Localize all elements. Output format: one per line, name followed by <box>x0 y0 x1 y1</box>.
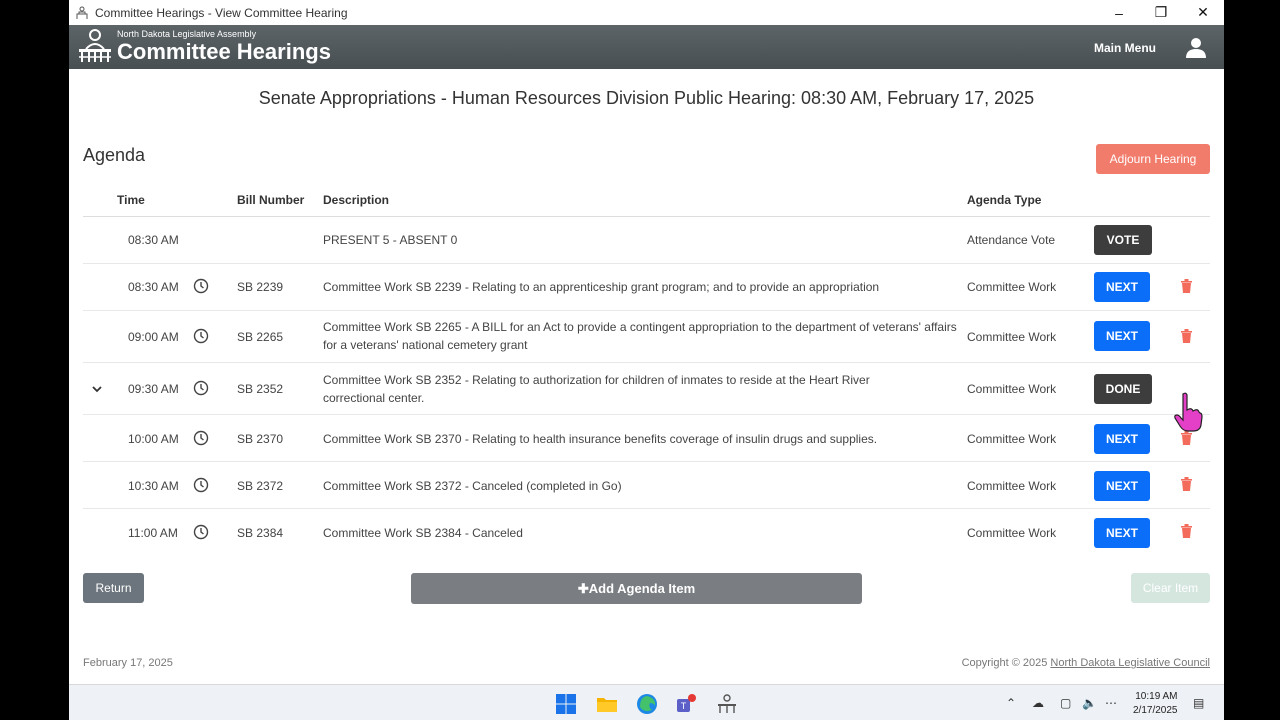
main-menu-link[interactable]: Main Menu <box>1094 41 1156 55</box>
clock-icon[interactable] <box>193 477 209 493</box>
trash-icon[interactable] <box>1180 329 1193 343</box>
app-header: North Dakota Legislative Assembly Commit… <box>69 25 1224 69</box>
display-icon[interactable]: ▢ <box>1060 696 1071 710</box>
file-explorer-icon[interactable] <box>596 693 618 715</box>
clock-icon[interactable] <box>193 524 209 540</box>
taskbar-date: 2/17/2025 <box>1133 705 1178 716</box>
edge-browser-icon[interactable] <box>636 693 658 715</box>
committee-hearings-app-icon[interactable] <box>716 693 738 715</box>
row-bill-number: SB 2265 <box>237 330 284 344</box>
taskbar-clock[interactable]: 10:19 AM 2/17/2025 <box>1133 690 1178 718</box>
row-bill-number: SB 2352 <box>237 382 284 396</box>
row-time: 11:00 AM <box>128 526 178 540</box>
table-row: 08:30 AM SB 2239 Committee Work SB 2239 … <box>83 263 1210 310</box>
col-header-description: Description <box>323 193 390 207</box>
row-description: PRESENT 5 - ABSENT 0 <box>323 233 458 247</box>
agenda-heading: Agenda <box>83 145 146 165</box>
chevron-up-icon[interactable]: ⌃ <box>1006 696 1016 710</box>
table-row: 09:00 AM SB 2265 Committee Work SB 2265 … <box>83 310 1210 362</box>
restore-button[interactable]: ❐ <box>1140 0 1182 25</box>
col-header-time: Time <box>117 193 145 207</box>
row-description: Committee Work SB 2372 - Canceled (compl… <box>323 479 622 493</box>
app-window: Committee Hearings - View Committee Hear… <box>69 0 1224 720</box>
row-agenda-type: Committee Work <box>967 382 1057 396</box>
next-button[interactable]: NEXT <box>1094 424 1150 454</box>
trash-icon[interactable] <box>1180 279 1193 293</box>
cloud-icon[interactable]: ☁ <box>1032 696 1044 710</box>
hearing-title: Senate Appropriations - Human Resources … <box>258 88 1035 108</box>
clear-item-button[interactable]: Clear Item <box>1131 573 1210 603</box>
vote-button[interactable]: VOTE <box>1094 225 1152 255</box>
notification-icon[interactable]: ▤ <box>1193 696 1204 710</box>
speaker-mute-icon[interactable]: 🔈 <box>1082 696 1097 710</box>
copyright-text: Copyright © 2025 <box>961 657 1048 669</box>
table-row: 10:00 AM SB 2370 Committee Work SB 2370 … <box>83 414 1210 461</box>
plus-icon: ✚ <box>577 580 589 596</box>
legislature-logo-icon <box>79 29 111 62</box>
row-agenda-type: Committee Work <box>967 479 1057 493</box>
trash-icon[interactable] <box>1180 524 1193 538</box>
next-button[interactable]: NEXT <box>1094 272 1150 302</box>
next-button[interactable]: NEXT <box>1094 471 1150 501</box>
hand-pointer-icon <box>1174 392 1203 432</box>
window-title: Committee Hearings - View Committee Hear… <box>95 5 348 20</box>
minimize-button[interactable]: – <box>1098 0 1140 25</box>
user-icon[interactable] <box>1185 36 1207 58</box>
footer-copyright: Copyright © 2025 North Dakota Legislativ… <box>962 657 1210 669</box>
row-description: Committee Work SB 2352 - Relating to aut… <box>323 373 870 405</box>
row-description: Committee Work SB 2265 - A BILL for an A… <box>323 320 957 352</box>
taskbar-time: 10:19 AM <box>1135 691 1178 702</box>
row-description: Committee Work SB 2239 - Relating to an … <box>323 280 880 294</box>
next-button[interactable]: NEXT <box>1094 518 1150 548</box>
row-agenda-type: Committee Work <box>967 280 1057 294</box>
row-agenda-type: Attendance Vote <box>967 233 1056 247</box>
done-button[interactable]: DONE <box>1094 374 1152 404</box>
row-agenda-type: Committee Work <box>967 432 1057 446</box>
windows-start-icon[interactable] <box>555 693 577 715</box>
clock-icon[interactable] <box>193 328 209 344</box>
row-time: 09:30 AM <box>128 382 179 396</box>
footer-date: February 17, 2025 <box>83 657 173 669</box>
app-icon <box>76 6 88 19</box>
row-bill-number: SB 2239 <box>237 280 284 294</box>
row-time: 09:00 AM <box>128 330 179 344</box>
header-subtitle: North Dakota Legislative Assembly <box>117 29 257 39</box>
next-button[interactable]: NEXT <box>1094 321 1150 351</box>
add-agenda-item-button[interactable]: ✚Add Agenda Item <box>411 573 862 604</box>
row-bill-number: SB 2384 <box>237 526 284 540</box>
network-icon[interactable]: ⋯ <box>1105 696 1117 710</box>
row-description: Committee Work SB 2370 - Relating to hea… <box>323 432 878 446</box>
row-description: Committee Work SB 2384 - Canceled <box>323 526 523 540</box>
row-agenda-type: Committee Work <box>967 330 1057 344</box>
col-header-bill: Bill Number <box>237 193 305 207</box>
return-button[interactable]: Return <box>83 573 144 603</box>
svg-text:T: T <box>681 701 687 711</box>
clock-icon[interactable] <box>193 278 209 294</box>
adjourn-hearing-button[interactable]: Adjourn Hearing <box>1096 144 1210 174</box>
council-link[interactable]: North Dakota Legislative Council <box>1050 657 1210 669</box>
add-agenda-item-label: Add Agenda Item <box>588 580 696 596</box>
col-header-agenda-type: Agenda Type <box>967 193 1042 207</box>
os-taskbar: T ⌃ ☁ ▢ 🔈 ⋯ 10:19 AM 2/17/2025 ▤ <box>69 684 1224 720</box>
table-row: 11:00 AM SB 2384 Committee Work SB 2384 … <box>83 508 1210 555</box>
clock-icon[interactable] <box>193 380 209 396</box>
row-bill-number: SB 2372 <box>237 479 284 493</box>
row-bill-number: SB 2370 <box>237 432 284 446</box>
row-time: 10:30 AM <box>128 479 179 493</box>
table-row: 08:30 AM PRESENT 5 - ABSENT 0 Attendance… <box>83 216 1210 263</box>
row-agenda-type: Committee Work <box>967 526 1057 540</box>
close-button[interactable]: ✕ <box>1182 0 1224 25</box>
row-time: 08:30 AM <box>128 280 179 294</box>
row-time: 08:30 AM <box>128 233 179 247</box>
teams-icon[interactable]: T <box>675 693 697 715</box>
clock-icon[interactable] <box>193 430 209 446</box>
table-row: 10:30 AM SB 2372 Committee Work SB 2372 … <box>83 461 1210 508</box>
row-time: 10:00 AM <box>128 432 179 446</box>
trash-icon[interactable] <box>1180 477 1193 491</box>
trash-icon[interactable] <box>1180 431 1193 445</box>
window-titlebar: Committee Hearings - View Committee Hear… <box>69 0 1224 25</box>
chevron-down-icon[interactable] <box>92 385 102 393</box>
header-title: Committee Hearings <box>117 39 331 64</box>
table-row: 09:30 AM SB 2352 Committee Work SB 2352 … <box>83 362 1210 414</box>
